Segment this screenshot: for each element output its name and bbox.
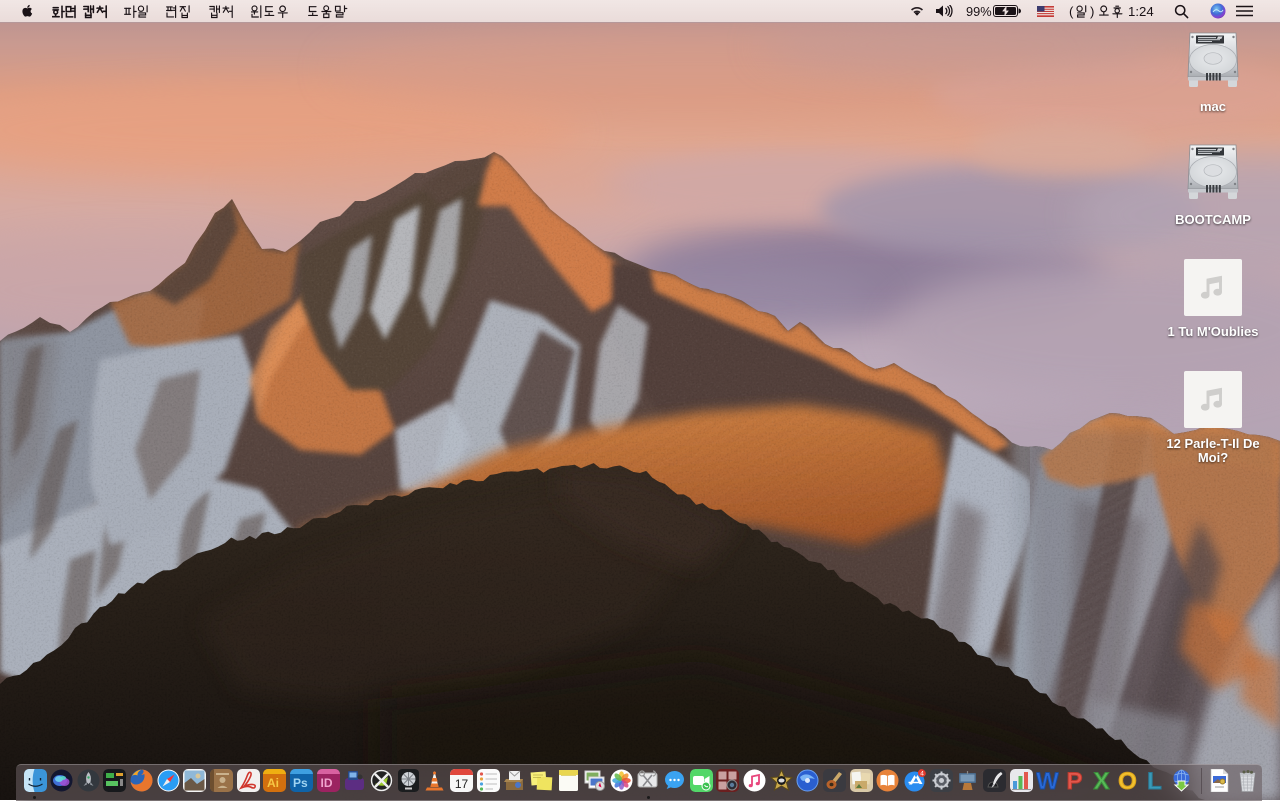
- svg-text:X: X: [1093, 769, 1109, 792]
- svg-text:4: 4: [920, 771, 924, 778]
- svg-text:Ai: Ai: [267, 776, 279, 790]
- svg-text:P: P: [1066, 769, 1082, 792]
- svg-text:W: W: [1036, 769, 1059, 792]
- svg-text:ID: ID: [320, 776, 332, 790]
- svg-text:17: 17: [455, 777, 469, 791]
- svg-text:Ps: Ps: [293, 776, 308, 790]
- svg-text:L: L: [1147, 769, 1162, 792]
- svg-text:O: O: [1118, 769, 1137, 792]
